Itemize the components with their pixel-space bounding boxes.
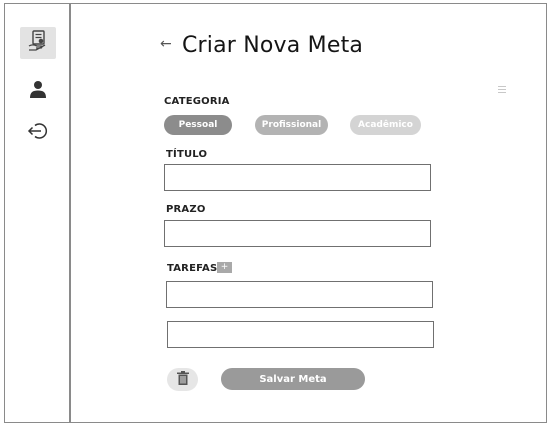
tasks-label: TAREFAS xyxy=(167,263,218,274)
delete-button[interactable] xyxy=(167,368,198,391)
category-label: CATEGORIA xyxy=(164,96,230,107)
sidebar xyxy=(4,3,71,423)
title-input[interactable] xyxy=(164,164,431,191)
category-chip-academico[interactable]: Acadêmico xyxy=(350,115,421,135)
task-input-2[interactable] xyxy=(167,321,434,348)
sidebar-item-logout[interactable] xyxy=(20,117,56,149)
category-chip-pessoal[interactable]: Pessoal xyxy=(164,115,232,135)
page-title: Criar Nova Meta xyxy=(182,33,364,58)
title-label: TÍTULO xyxy=(166,149,208,160)
app-frame xyxy=(4,3,547,423)
sidebar-item-goals[interactable] xyxy=(20,27,56,59)
trash-icon xyxy=(176,370,189,389)
deadline-label: PRAZO xyxy=(166,204,206,215)
deadline-input[interactable] xyxy=(164,220,431,247)
back-arrow-icon[interactable]: ← xyxy=(160,36,172,52)
save-goal-button[interactable]: Salvar Meta xyxy=(221,368,365,390)
user-icon xyxy=(29,80,47,102)
logout-icon xyxy=(27,122,49,144)
add-task-button[interactable]: + xyxy=(217,262,232,273)
sidebar-item-profile[interactable] xyxy=(20,75,56,107)
category-chip-profissional[interactable]: Profissional xyxy=(255,115,328,135)
menu-lines-icon[interactable] xyxy=(498,86,506,94)
goal-document-hand-icon xyxy=(26,29,50,57)
task-input-1[interactable] xyxy=(166,281,433,308)
